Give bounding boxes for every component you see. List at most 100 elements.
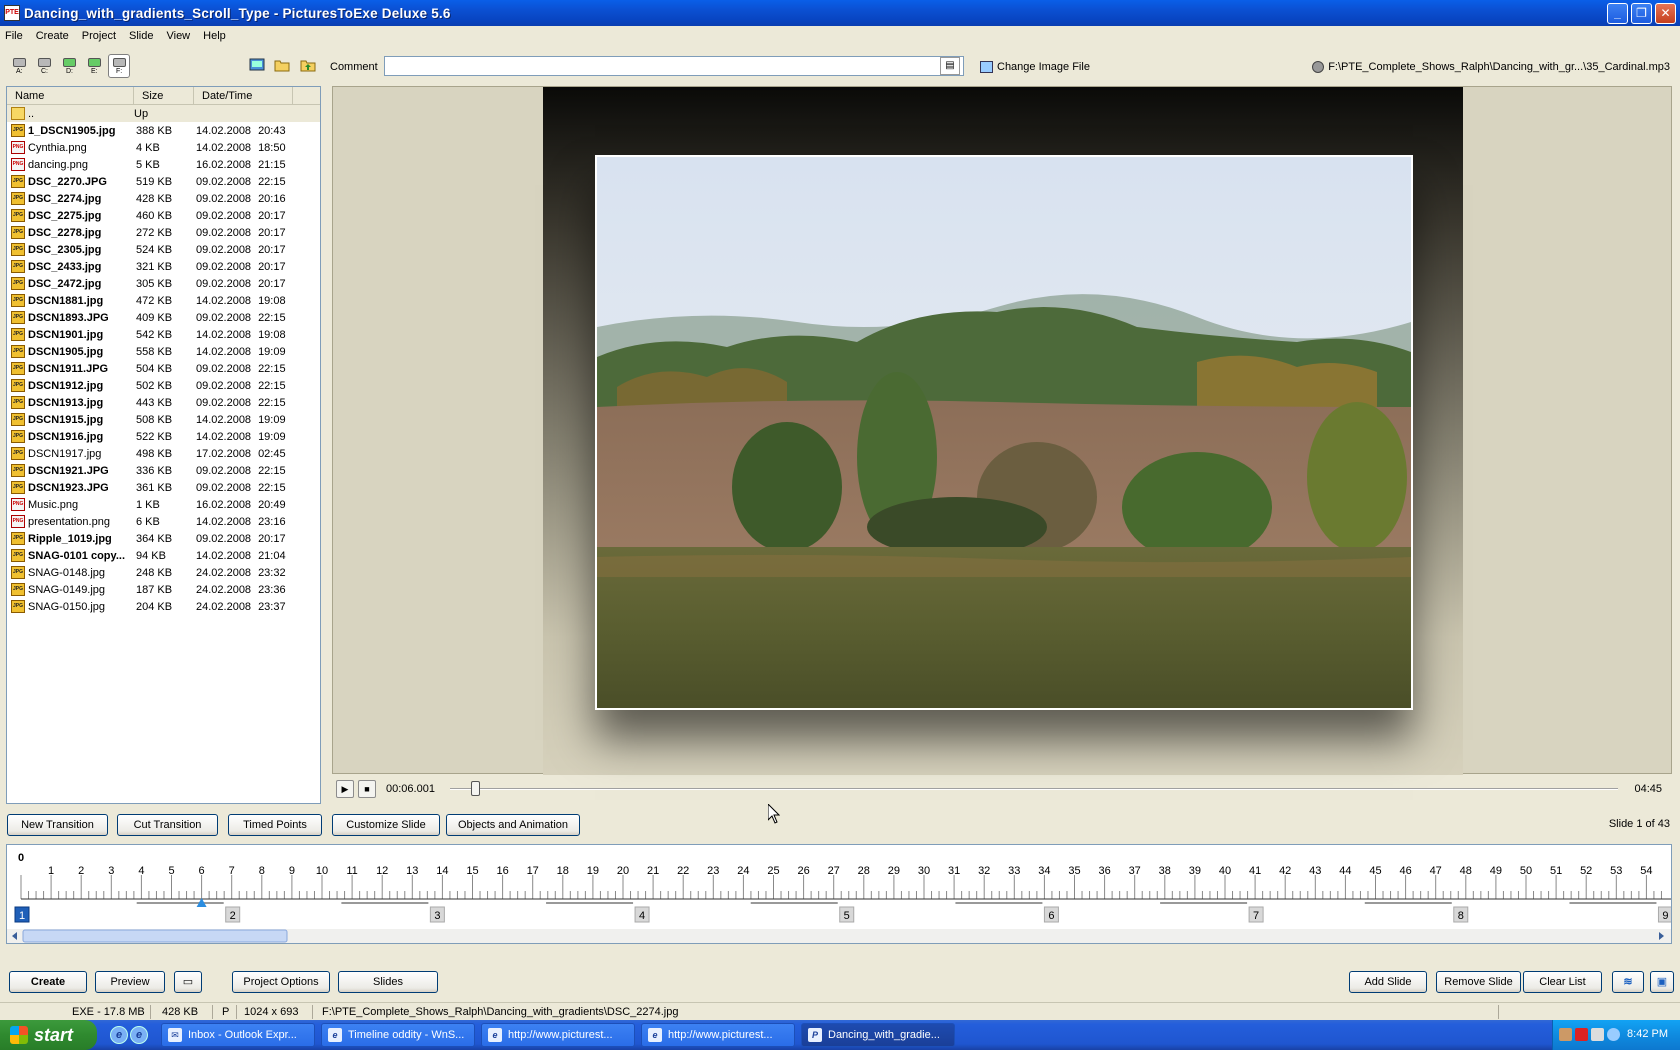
file-time: 22:15 (258, 379, 286, 392)
folder-up-row[interactable]: .. Up (7, 105, 320, 122)
folder-up-icon[interactable] (300, 58, 316, 72)
file-row[interactable]: JPG SNAG-0149.jpg 187 KB 24.02.2008 23:36 (7, 581, 320, 598)
file-row[interactable]: JPG DSC_2278.jpg 272 KB 09.02.2008 20:17 (7, 224, 320, 241)
file-row[interactable]: JPG Ripple_1019.jpg 364 KB 09.02.2008 20:17 (7, 530, 320, 547)
file-row[interactable]: JPG DSC_2305.jpg 524 KB 09.02.2008 20:17 (7, 241, 320, 258)
menu-create[interactable]: Create (36, 30, 69, 42)
audio-waveform-button[interactable]: ≋ (1612, 971, 1644, 993)
menu-help[interactable]: Help (203, 30, 226, 42)
file-row[interactable]: PNG Music.png 1 KB 16.02.2008 20:49 (7, 496, 320, 513)
file-name: DSCN1901.jpg (28, 328, 104, 341)
task-dancing-with-gradients[interactable]: P Dancing_with_gradie... (801, 1023, 955, 1047)
play-button[interactable]: ▶ (336, 780, 354, 798)
tray-volume-icon[interactable] (1607, 1028, 1620, 1041)
file-row[interactable]: JPG DSCN1901.jpg 542 KB 14.02.2008 19:08 (7, 326, 320, 343)
comment-notes-button[interactable]: ▤ (940, 57, 960, 75)
column-size[interactable]: Size (134, 87, 194, 104)
task-timeline-oddity[interactable]: e Timeline oddity - WnS... (321, 1023, 475, 1047)
slide-photo-frame[interactable] (595, 155, 1413, 710)
remove-slide-button[interactable]: Remove Slide (1436, 971, 1521, 993)
file-row[interactable]: JPG DSCN1916.jpg 522 KB 14.02.2008 19:09 (7, 428, 320, 445)
file-time: 22:15 (258, 311, 286, 324)
file-row[interactable]: JPG SNAG-0101 copy... 94 KB 14.02.2008 21:04 (7, 547, 320, 564)
task-label: http://www.picturest... (668, 1029, 773, 1041)
task-picturestoexe-web-1[interactable]: e http://www.picturest... (481, 1023, 635, 1047)
close-button[interactable]: ✕ (1655, 3, 1676, 24)
cut-transition-button[interactable]: Cut Transition (117, 814, 218, 836)
objects-and-animation-button[interactable]: Objects and Animation (446, 814, 580, 836)
maximize-button[interactable]: ❐ (1631, 3, 1652, 24)
playback-slider-thumb[interactable] (470, 781, 480, 796)
minimize-button[interactable]: _ (1607, 3, 1628, 24)
file-row[interactable]: JPG DSC_2270.JPG 519 KB 09.02.2008 22:15 (7, 173, 320, 190)
file-row[interactable]: PNG dancing.png 5 KB 16.02.2008 21:15 (7, 156, 320, 173)
project-options-button[interactable]: Project Options (232, 971, 330, 993)
column-name[interactable]: Name (7, 87, 134, 104)
slides-button[interactable]: Slides (338, 971, 438, 993)
preview-button[interactable]: Preview (95, 971, 165, 993)
customize-slide-button[interactable]: Customize Slide (332, 814, 440, 836)
fullscreen-preview-button[interactable]: ▭ (174, 971, 202, 993)
menu-view[interactable]: View (166, 30, 190, 42)
comment-input[interactable] (384, 56, 964, 76)
file-row[interactable]: JPG DSCN1917.jpg 498 KB 17.02.2008 02:45 (7, 445, 320, 462)
menu-project[interactable]: Project (82, 30, 116, 42)
tray-app-icon[interactable] (1559, 1028, 1572, 1041)
file-browser[interactable]: Name Size Date/Time .. Up JPG 1_DSCN1905.… (6, 86, 321, 804)
music-file[interactable]: F:\PTE_Complete_Shows_Ralph\Dancing_with… (1312, 61, 1670, 73)
browser-quicklaunch-icon[interactable]: e (130, 1026, 148, 1044)
file-row[interactable]: PNG Cynthia.png 4 KB 14.02.2008 18:50 (7, 139, 320, 156)
clear-list-button[interactable]: Clear List (1523, 971, 1602, 993)
file-row[interactable]: JPG SNAG-0148.jpg 248 KB 24.02.2008 23:32 (7, 564, 320, 581)
file-row[interactable]: JPG DSCN1881.jpg 472 KB 14.02.2008 19:08 (7, 292, 320, 309)
stop-button[interactable]: ■ (358, 780, 376, 798)
file-row[interactable]: PNG presentation.png 6 KB 14.02.2008 23:16 (7, 513, 320, 530)
drive-f-button[interactable]: F: (108, 54, 130, 78)
file-row[interactable]: JPG DSC_2274.jpg 428 KB 09.02.2008 20:16 (7, 190, 320, 207)
file-row[interactable]: JPG DSCN1911.JPG 504 KB 09.02.2008 22:15 (7, 360, 320, 377)
start-label: start (34, 1024, 74, 1045)
new-transition-button[interactable]: New Transition (7, 814, 108, 836)
file-date: 16.02.2008 (196, 158, 252, 171)
file-row[interactable]: JPG DSCN1915.jpg 508 KB 14.02.2008 19:09 (7, 411, 320, 428)
create-button[interactable]: Create (9, 971, 87, 993)
timeline[interactable]: 0 1 2 3 4 5 6 7 8 9 10 11 12 13 14 15 16 17 18 19 20 21 22 23 24… (6, 844, 1672, 944)
file-row[interactable]: JPG DSCN1905.jpg 558 KB 14.02.2008 19:09 (7, 343, 320, 360)
column-datetime[interactable]: Date/Time (194, 87, 293, 104)
file-row[interactable]: JPG DSCN1893.JPG 409 KB 09.02.2008 22:15 (7, 309, 320, 326)
drive-e-button[interactable]: E: (83, 54, 105, 78)
timeline-ruler[interactable]: 01 2 3 4 5 6 7 8 9 10 11 12 13 14 15 16 17 18 19 20 21 22 23 24… (7, 845, 1671, 943)
menu-slide[interactable]: Slide (129, 30, 153, 42)
file-row[interactable]: JPG DSCN1913.jpg 443 KB 09.02.2008 22:15 (7, 394, 320, 411)
change-image-file-button[interactable]: Change Image File (980, 61, 1090, 73)
drive-d-button[interactable]: D: (58, 54, 80, 78)
tray-network-icon[interactable] (1591, 1028, 1604, 1041)
title-bar[interactable]: PTE Dancing_with_gradients_Scroll_Type -… (0, 0, 1680, 26)
drive-a-button[interactable]: A: (8, 54, 30, 78)
open-folder-icon[interactable] (274, 58, 290, 72)
start-button[interactable]: start (0, 1020, 97, 1050)
file-date: 09.02.2008 (196, 379, 252, 392)
file-row[interactable]: JPG 1_DSCN1905.jpg 388 KB 14.02.2008 20:43 (7, 122, 320, 139)
file-row[interactable]: JPG DSC_2433.jpg 321 KB 09.02.2008 20:17 (7, 258, 320, 275)
timeline-scrollbar-thumb[interactable] (22, 929, 288, 943)
file-row[interactable]: JPG SNAG-0150.jpg 204 KB 24.02.2008 23:37 (7, 598, 320, 615)
ie-quicklaunch-icon[interactable]: e (110, 1026, 128, 1044)
timed-points-button[interactable]: Timed Points (228, 814, 322, 836)
file-row[interactable]: JPG DSCN1912.jpg 502 KB 09.02.2008 22:15 (7, 377, 320, 394)
jpg-file-icon: JPG (11, 481, 25, 494)
file-row[interactable]: JPG DSC_2275.jpg 460 KB 09.02.2008 20:17 (7, 207, 320, 224)
menu-file[interactable]: File (5, 30, 23, 42)
file-datetime: 09.02.2008 20:17 (196, 210, 316, 222)
add-slide-button[interactable]: Add Slide (1349, 971, 1427, 993)
file-row[interactable]: JPG DSC_2472.jpg 305 KB 09.02.2008 20:17 (7, 275, 320, 292)
tray-mcafee-icon[interactable] (1575, 1028, 1588, 1041)
playback-slider-track[interactable] (450, 788, 1618, 790)
window-mode-button[interactable]: ▣ (1650, 971, 1674, 993)
task-outlook-express[interactable]: ✉ Inbox - Outlook Expr... (161, 1023, 315, 1047)
file-row[interactable]: JPG DSCN1923.JPG 361 KB 09.02.2008 22:15 (7, 479, 320, 496)
desktop-icon[interactable] (249, 58, 265, 72)
drive-c-button[interactable]: C: (33, 54, 55, 78)
task-picturestoexe-web-2[interactable]: e http://www.picturest... (641, 1023, 795, 1047)
file-row[interactable]: JPG DSCN1921.JPG 336 KB 09.02.2008 22:15 (7, 462, 320, 479)
